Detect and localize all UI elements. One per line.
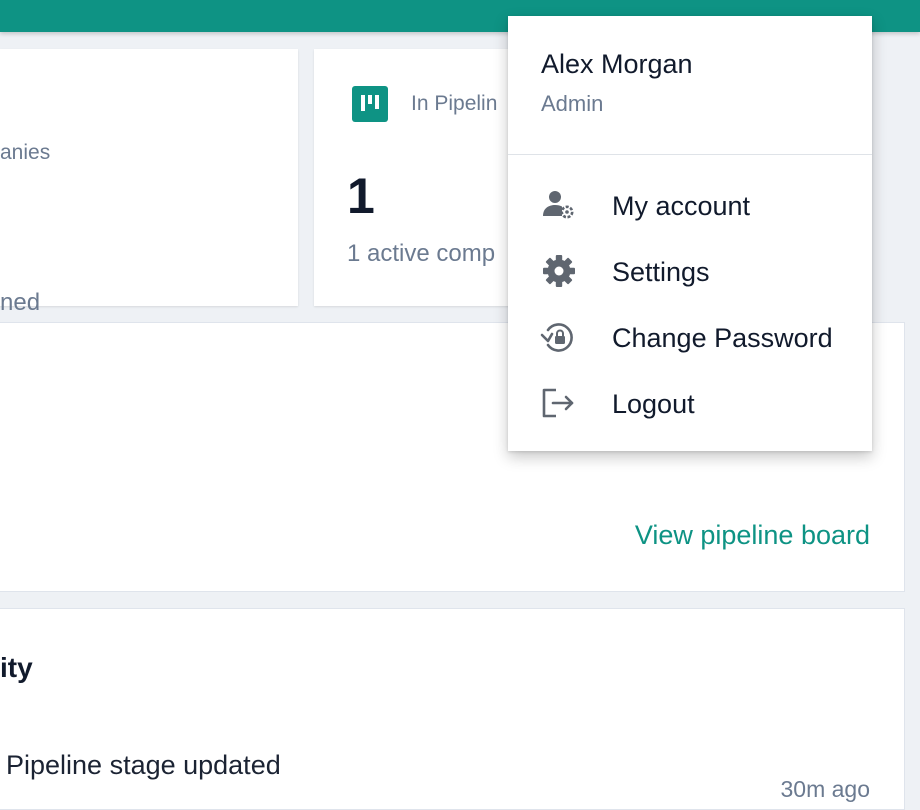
- user-gear-icon: [540, 186, 578, 224]
- logout-icon: [540, 384, 578, 422]
- menu-item-settings-label: Settings: [612, 257, 710, 287]
- menu-item-settings[interactable]: Settings: [508, 241, 872, 301]
- view-pipeline-board-link[interactable]: View pipeline board: [635, 520, 870, 551]
- menu-divider: [508, 154, 872, 155]
- stat-card-companies-subtext: ned: [0, 289, 41, 316]
- menu-item-my-account[interactable]: My account: [508, 175, 872, 235]
- lock-reset-icon: [540, 318, 578, 356]
- activity-item-text: Pipeline stage updated: [6, 750, 281, 780]
- menu-item-my-account-label: My account: [612, 191, 751, 221]
- activity-item-time: 30m ago: [780, 776, 870, 802]
- menu-item-change-password[interactable]: Change Password: [508, 307, 872, 367]
- menu-item-logout[interactable]: Logout: [508, 373, 872, 433]
- activity-title: ity: [0, 652, 33, 683]
- stat-card-pipeline-label: In Pipelin: [411, 92, 498, 115]
- gear-icon: [540, 252, 578, 290]
- pipeline-board-icon: [352, 86, 388, 122]
- user-dropdown-menu: Alex Morgan Admin My account Settings Ch…: [508, 16, 872, 451]
- stat-card-companies: anies ned: [0, 49, 298, 316]
- stat-card-pipeline-value: 1: [347, 168, 375, 224]
- user-name: Alex Morgan: [541, 49, 693, 79]
- menu-item-logout-label: Logout: [612, 389, 695, 419]
- user-role: Admin: [541, 91, 604, 116]
- stat-card-pipeline-subtext: 1 active comp: [347, 240, 496, 267]
- stat-card-companies-label: anies: [0, 141, 51, 164]
- menu-item-change-password-label: Change Password: [612, 323, 833, 353]
